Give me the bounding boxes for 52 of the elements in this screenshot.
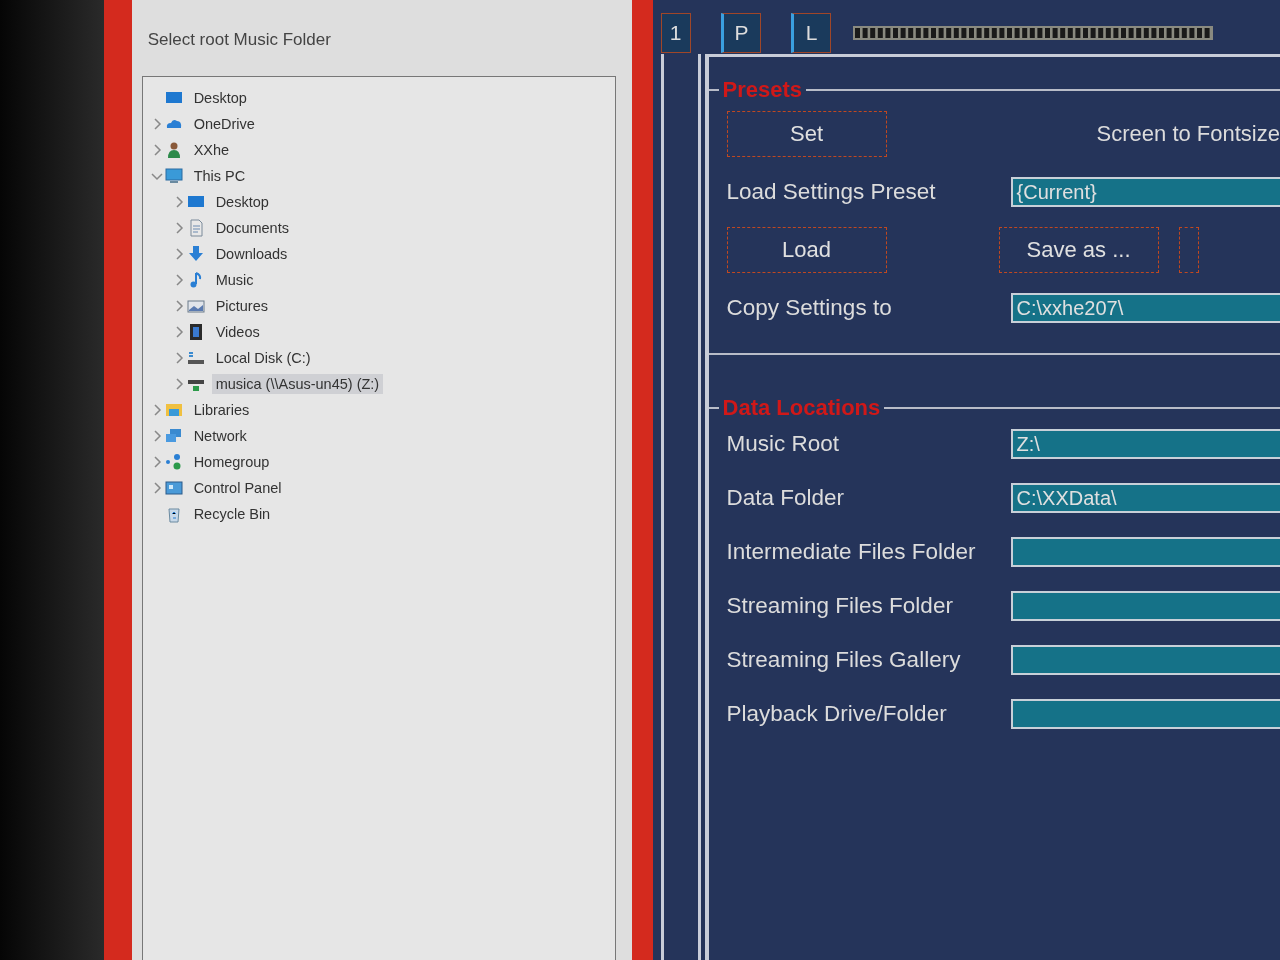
field-label: Streaming Files Folder xyxy=(726,593,954,619)
field-label: Intermediate Files Folder xyxy=(726,539,977,565)
input-field[interactable]: C:\XXData\ xyxy=(1010,483,1280,513)
input-field[interactable] xyxy=(1010,645,1280,675)
field-label: Playback Drive/Folder xyxy=(726,701,948,727)
tree-item[interactable]: Recycle Bin xyxy=(189,504,275,524)
field-label: Streaming Files Gallery xyxy=(726,647,962,673)
tree-item[interactable]: Local Disk (C:) xyxy=(211,348,315,368)
save-as-button[interactable]: Save as ... xyxy=(998,227,1159,273)
tree-item[interactable]: musica (\\Asus-un45) (Z:) xyxy=(211,374,384,394)
tree-item[interactable]: XXhe xyxy=(189,140,234,160)
field-label: Data Folder xyxy=(726,485,846,511)
tree-item[interactable]: Videos xyxy=(211,322,264,342)
network-icon xyxy=(164,427,183,445)
dialog-title: Select root Music Folder xyxy=(147,30,332,50)
input-field[interactable] xyxy=(1010,591,1280,621)
drive-icon xyxy=(186,349,205,367)
input-field[interactable]: C:\xxhe207\ xyxy=(1010,293,1280,323)
pictures-icon xyxy=(186,297,205,315)
input-field[interactable]: Z:\ xyxy=(1010,429,1280,459)
input-field[interactable]: {Current} xyxy=(1010,177,1280,207)
downloads-icon xyxy=(186,245,205,263)
homegroup-icon xyxy=(164,453,183,471)
libraries-icon xyxy=(164,401,183,419)
section-title: Presets xyxy=(721,77,804,103)
pc-icon xyxy=(164,167,183,185)
input-field[interactable] xyxy=(1010,537,1280,567)
field-label: Load Settings Preset xyxy=(726,179,937,205)
tab[interactable]: P xyxy=(720,13,761,53)
tree-item[interactable]: Control Panel xyxy=(189,478,286,498)
tree-item[interactable]: This PC xyxy=(189,166,250,186)
tab[interactable]: L xyxy=(790,13,831,53)
tree-item[interactable]: Downloads xyxy=(211,244,292,264)
input-field[interactable] xyxy=(1010,699,1280,729)
tree-item[interactable]: Desktop xyxy=(189,88,251,108)
load-button[interactable]: Load xyxy=(726,227,887,273)
tab[interactable]: 1 xyxy=(660,13,691,53)
tree-item[interactable]: Documents xyxy=(211,218,293,238)
tree-item[interactable]: Network xyxy=(189,426,251,446)
tree-item[interactable]: Pictures xyxy=(211,296,272,316)
tree-item[interactable]: Desktop xyxy=(211,192,273,212)
tree-item[interactable]: OneDrive xyxy=(189,114,259,134)
info-text: Screen to Fontsize xyxy=(1096,121,1280,147)
tree-item[interactable]: Libraries xyxy=(189,400,254,420)
field-label: Music Root xyxy=(726,431,841,457)
field-label: Copy Settings to xyxy=(726,295,893,321)
set-button[interactable]: Set xyxy=(726,111,887,157)
tree-item[interactable]: Homegroup xyxy=(189,452,274,472)
section-title: Data Locations xyxy=(721,395,882,421)
tree-item[interactable]: Music xyxy=(211,270,258,290)
cut-off-button[interactable] xyxy=(1178,227,1199,273)
control-panel-icon xyxy=(164,479,183,497)
